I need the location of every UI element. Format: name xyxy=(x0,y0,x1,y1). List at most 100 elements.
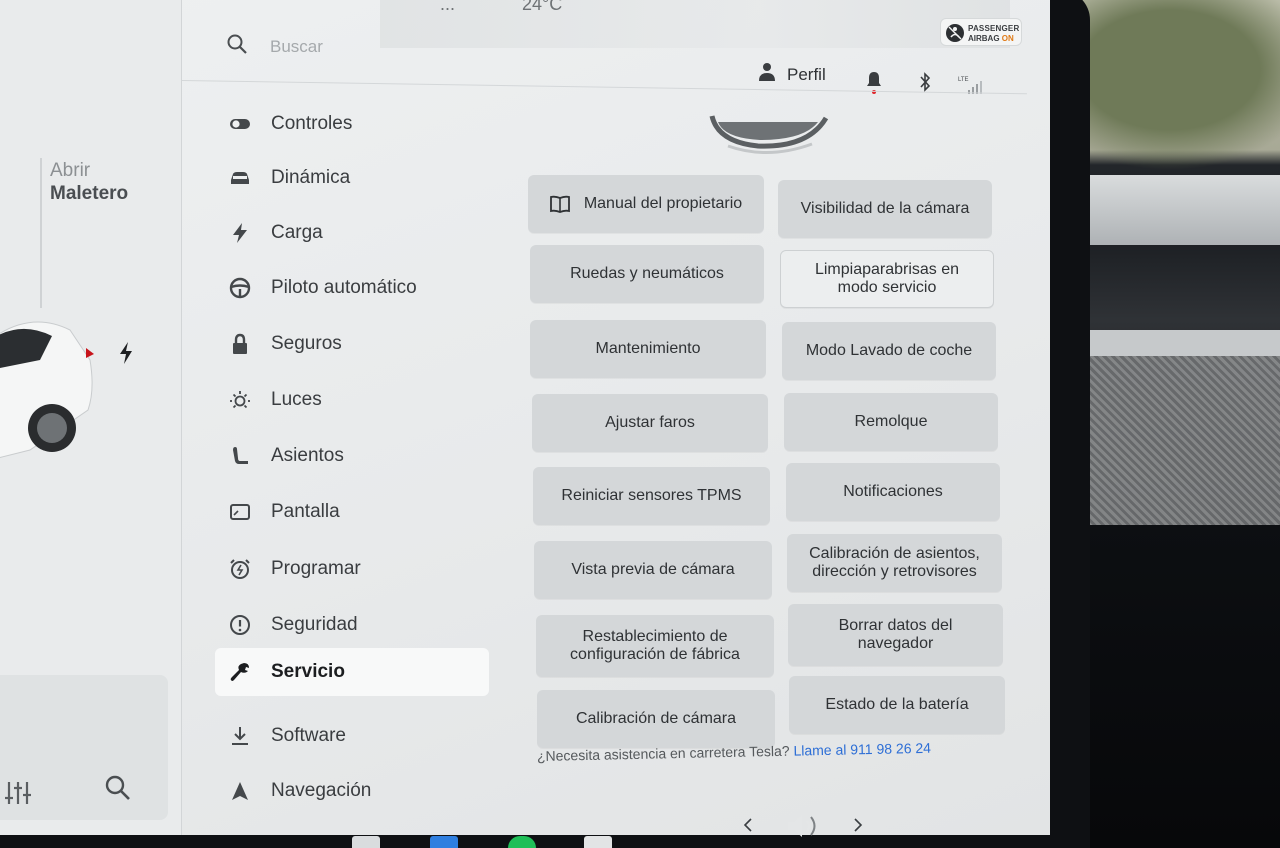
book-icon xyxy=(549,195,570,213)
passenger-airbag-indicator: PASSENGER AIRBAG ON xyxy=(940,18,1022,46)
vehicle-panel: Abrir Maletero xyxy=(0,0,182,835)
taskbar-app-icon[interactable] xyxy=(584,836,612,848)
bluetooth-icon[interactable] xyxy=(918,72,932,92)
clear-browser-data-button[interactable]: Borrar datos del navegador xyxy=(788,604,1003,666)
airbag-label-text: AIRBAG xyxy=(968,34,1000,43)
volume-icon[interactable] xyxy=(786,812,822,840)
spotify-icon[interactable] xyxy=(508,836,536,848)
sidebar-item-label: Programar xyxy=(271,558,361,579)
wheels-tires-button[interactable]: Ruedas y neumáticos xyxy=(530,245,764,303)
sidebar-item-carga[interactable]: Carga xyxy=(215,209,489,257)
notifications-button[interactable]: Notificaciones xyxy=(786,463,1000,521)
sidebar-item-label: Servicio xyxy=(271,661,345,682)
button-label: Estado de la batería xyxy=(825,695,969,713)
divider xyxy=(40,158,42,308)
button-label: Calibración de cámara xyxy=(575,709,737,727)
airbag-label-line2: AIRBAG ON xyxy=(968,34,1014,43)
sidebar-item-pantalla[interactable]: Pantalla xyxy=(215,488,489,536)
sidebar-item-servicio[interactable]: Servicio xyxy=(215,648,489,696)
touchscreen: Abrir Maletero ... 24°C PASSENGER AIRBAG… xyxy=(0,0,1050,835)
button-label: Manual del propietario xyxy=(583,194,743,212)
dashboard-carbon-panel xyxy=(1080,330,1280,525)
taskbar-app-icon[interactable] xyxy=(352,836,380,848)
sidebar-item-navegacion[interactable]: Navegación xyxy=(215,767,489,815)
owners-manual-button[interactable]: Manual del propietario xyxy=(528,175,764,233)
steering-wheel-icon xyxy=(229,277,251,299)
media-search-icon[interactable] xyxy=(104,774,132,802)
wrench-icon xyxy=(230,663,249,681)
sidebar-item-label: Controles xyxy=(271,113,353,134)
roadside-phone-link[interactable]: Llame al 911 98 26 24 xyxy=(793,740,931,759)
sidebar-item-software[interactable]: Software xyxy=(215,712,489,760)
sidebar-item-asientos[interactable]: Asientos xyxy=(215,432,489,480)
car-wash-mode-button[interactable]: Modo Lavado de coche xyxy=(782,322,996,380)
sun-icon xyxy=(230,391,250,409)
sidebar-item-label: Navegación xyxy=(271,780,372,801)
display-icon xyxy=(230,504,250,520)
camera-preview-button[interactable]: Vista previa de cámara xyxy=(534,541,772,599)
camera-visibility-button[interactable]: Visibilidad de la cámara xyxy=(778,180,992,238)
wiper-service-mode-button[interactable]: Limpiaparabrisas en modo servicio xyxy=(780,250,994,308)
sidebar-item-label: Carga xyxy=(271,222,323,243)
download-icon xyxy=(232,727,248,745)
battery-status-button[interactable]: Estado de la batería xyxy=(789,676,1005,734)
chevron-right-icon[interactable] xyxy=(852,818,864,832)
camera-calibration-button[interactable]: Calibración de cámara xyxy=(537,690,775,748)
button-label: Visibilidad de la cámara xyxy=(800,199,970,217)
sidebar-item-seguros[interactable]: Seguros xyxy=(215,320,489,368)
toggle-icon xyxy=(230,119,250,129)
button-label: Reiniciar sensores TPMS xyxy=(561,486,742,504)
search-icon[interactable] xyxy=(226,33,248,55)
svg-text:LTE: LTE xyxy=(958,77,969,83)
button-label: Limpiaparabrisas en modo servicio xyxy=(814,260,960,296)
airbag-label-line1: PASSENGER xyxy=(968,24,1020,33)
sidebar-item-controles[interactable]: Controles xyxy=(215,100,489,148)
sidebar-item-label: Pantalla xyxy=(271,501,340,522)
sidebar-item-label: Software xyxy=(271,725,346,746)
charge-port-icon[interactable] xyxy=(118,342,134,364)
button-label: Remolque xyxy=(854,412,928,430)
sidebar-item-label: Luces xyxy=(271,389,322,410)
bolt-icon xyxy=(233,223,247,243)
vehicle-rear-image xyxy=(709,115,829,154)
alarm-clock-icon xyxy=(230,559,250,579)
trunk-open-label[interactable]: Abrir xyxy=(50,160,90,182)
adjust-headlights-button[interactable]: Ajustar faros xyxy=(532,394,768,452)
button-label: Ajustar faros xyxy=(605,413,695,431)
button-label: Modo Lavado de coche xyxy=(805,341,973,359)
clock-text: ... xyxy=(440,0,456,14)
sidebar-item-dinamica[interactable]: Dinámica xyxy=(215,154,489,202)
factory-reset-button[interactable]: Restablecimiento de configuración de fáb… xyxy=(536,615,774,677)
airbag-state: ON xyxy=(1001,34,1014,43)
navigation-icon xyxy=(232,782,248,800)
profile-icon[interactable] xyxy=(758,62,776,82)
button-label: Borrar datos del navegador xyxy=(838,616,953,652)
seat-steering-mirror-calibration-button[interactable]: Calibración de asientos, dirección y ret… xyxy=(787,534,1002,592)
sidebar-item-piloto-automatico[interactable]: Piloto automático xyxy=(215,264,489,312)
maintenance-button[interactable]: Mantenimiento xyxy=(530,320,766,378)
sidebar-item-seguridad[interactable]: Seguridad xyxy=(215,601,489,649)
header-divider xyxy=(181,80,1027,95)
taskbar-app-icon[interactable] xyxy=(430,836,458,848)
towing-button[interactable]: Remolque xyxy=(784,393,998,451)
map-strip xyxy=(380,0,1010,48)
reset-tpms-button[interactable]: Reiniciar sensores TPMS xyxy=(533,467,770,525)
notification-bell-icon[interactable] xyxy=(866,70,882,96)
profile-button[interactable]: Perfil xyxy=(787,65,826,85)
sidebar-item-label: Asientos xyxy=(271,445,344,466)
search-input[interactable]: Buscar xyxy=(270,37,323,57)
sidebar-item-label: Seguridad xyxy=(271,614,358,635)
button-label: Mantenimiento xyxy=(595,339,701,357)
sidebar-item-programar[interactable]: Programar xyxy=(215,545,489,593)
car-image xyxy=(0,321,94,459)
equalizer-icon[interactable] xyxy=(4,780,34,806)
sidebar-item-luces[interactable]: Luces xyxy=(215,376,489,424)
trunk-button[interactable]: Maletero xyxy=(50,183,128,205)
button-label: Ruedas y neumáticos xyxy=(570,264,724,282)
chevron-left-icon[interactable] xyxy=(742,818,754,832)
temperature-text: 24°C xyxy=(522,0,563,14)
dashboard-trim xyxy=(1070,175,1280,245)
sidebar-item-label: Seguros xyxy=(271,333,342,354)
sidebar-item-label: Dinámica xyxy=(271,167,351,188)
button-label: Restablecimiento de configuración de fáb… xyxy=(570,627,740,663)
